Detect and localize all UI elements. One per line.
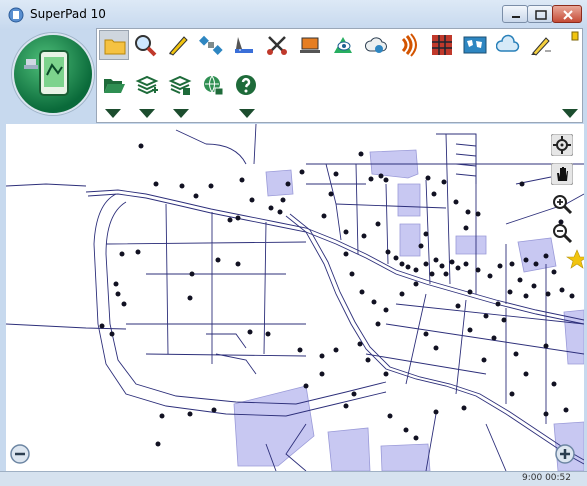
maximize-button[interactable]	[527, 5, 553, 23]
layers-edit-icon[interactable]	[165, 70, 195, 100]
clock-text: 9:00 00:52	[522, 473, 572, 483]
globe-lock-icon[interactable]	[198, 70, 228, 100]
pan-hand-icon[interactable]	[551, 163, 573, 185]
cloud-icon[interactable]	[493, 30, 523, 60]
help-dropdown[interactable]	[239, 109, 255, 118]
zoom-out-icon[interactable]	[551, 222, 573, 244]
close-button[interactable]	[552, 5, 582, 23]
signal-icon[interactable]	[394, 30, 424, 60]
locate-icon[interactable]	[551, 134, 573, 156]
help-icon[interactable]	[231, 70, 261, 100]
layers-add-icon[interactable]	[132, 70, 162, 100]
laptop-icon[interactable]	[295, 30, 325, 60]
scissors-icon[interactable]	[262, 30, 292, 60]
cloud-sync-icon[interactable]	[361, 30, 391, 60]
status-bar	[0, 471, 587, 486]
open-folder-dropdown[interactable]	[105, 109, 121, 118]
map-view[interactable]	[6, 124, 584, 471]
zoom-in-icon[interactable]	[551, 193, 573, 215]
pin-icon[interactable]	[569, 30, 581, 42]
zoom-minus-button[interactable]	[9, 443, 31, 465]
toolbar	[96, 28, 583, 123]
magnifier-icon[interactable]	[130, 30, 160, 60]
map-areas	[233, 149, 584, 471]
pencil-icon[interactable]	[526, 30, 556, 60]
app-logo	[12, 33, 94, 115]
open-folder-icon[interactable]	[99, 70, 129, 100]
toolbar-expand-dropdown[interactable]	[562, 109, 578, 118]
layers-add-dropdown[interactable]	[139, 109, 155, 118]
world-map-icon[interactable]	[460, 30, 490, 60]
eye-layer-icon[interactable]	[328, 30, 358, 60]
folder-icon[interactable]	[99, 30, 129, 60]
window-title: SuperPad 10	[30, 7, 106, 21]
star-marker	[566, 249, 584, 269]
pen-icon[interactable]	[163, 30, 193, 60]
minimize-button[interactable]	[502, 5, 528, 23]
title-bar: SuperPad 10	[0, 0, 587, 30]
grid-icon[interactable]	[427, 30, 457, 60]
layers-edit-dropdown[interactable]	[173, 109, 189, 118]
ruler-icon[interactable]	[229, 30, 259, 60]
app-icon	[8, 7, 24, 23]
app-window: SuperPad 10 9:00 00:52	[0, 0, 587, 486]
satellite-icon[interactable]	[196, 30, 226, 60]
zoom-plus-button[interactable]	[554, 443, 576, 465]
